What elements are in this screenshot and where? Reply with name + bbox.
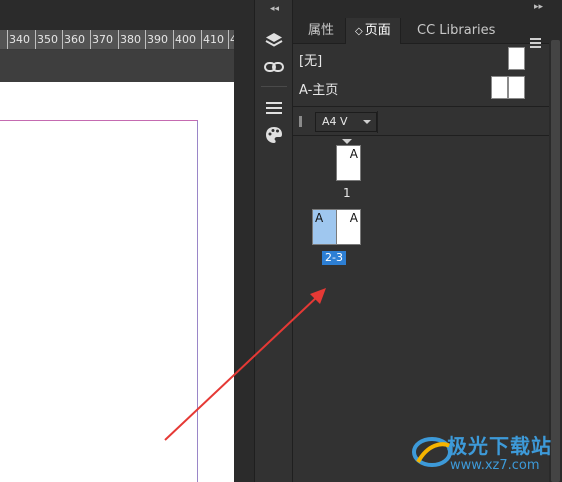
indesign-window: 340 350 360 370 380 390 400 410 4 ◂◂ bbox=[0, 0, 562, 482]
watermark-url: www.xz7.com bbox=[450, 458, 540, 473]
annotation-arrow bbox=[164, 288, 326, 441]
watermark-text: 极光下载站 bbox=[447, 434, 552, 458]
